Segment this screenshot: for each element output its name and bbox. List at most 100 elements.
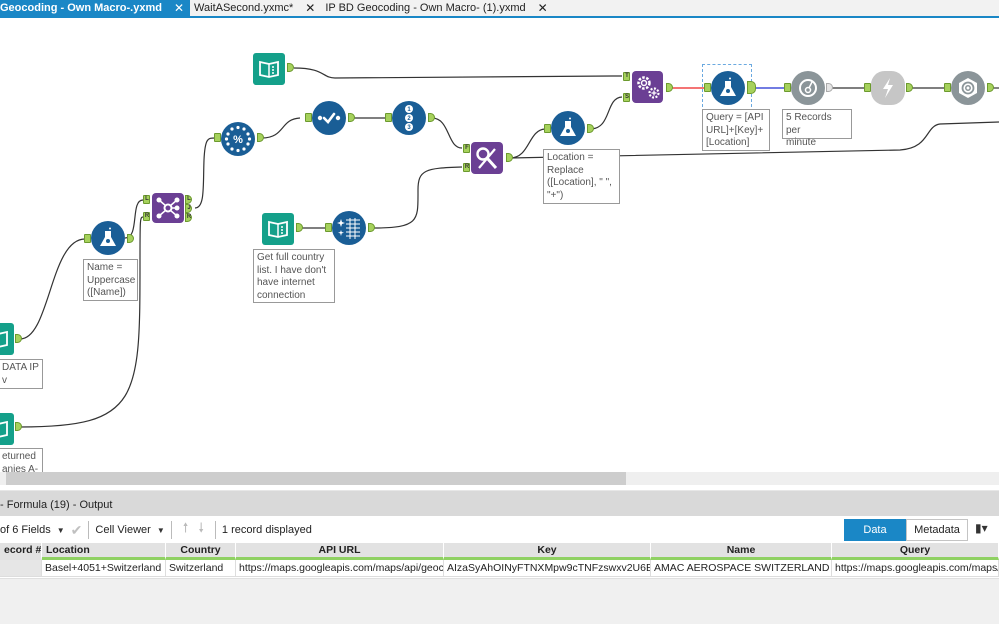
metadata-view-button[interactable]: Metadata: [906, 519, 968, 541]
input-data-tool[interactable]: [262, 213, 294, 245]
find-replace-tool[interactable]: [471, 142, 503, 174]
data-view-button[interactable]: Data: [844, 519, 906, 541]
numbered-list-icon: 123: [405, 105, 413, 131]
anchor-label: R: [464, 164, 470, 170]
annotation-input1: DATA IP v: [0, 359, 43, 389]
cell-record[interactable]: [0, 560, 42, 577]
arrow-up-icon[interactable]: 🠕: [183, 519, 189, 541]
input-anchor[interactable]: [214, 133, 221, 142]
anchor-label: F: [465, 145, 469, 151]
tab-label: Geocoding - Own Macro-.yxmd: [0, 2, 162, 14]
cell-viewer-dropdown[interactable]: Cell Viewer ▼: [95, 517, 164, 543]
anchor-label: T: [625, 73, 629, 79]
input-data-tool[interactable]: [253, 53, 285, 85]
gears-icon: [636, 76, 660, 99]
anchor-label: L: [187, 196, 191, 202]
fields-label: of 6 Fields: [0, 524, 51, 536]
close-icon[interactable]: ✕: [538, 1, 548, 15]
connection: [293, 67, 622, 79]
input-anchor[interactable]: [544, 124, 551, 133]
flask-icon: [720, 77, 736, 96]
column-header-api-url[interactable]: API URL: [236, 543, 444, 560]
connection: [19, 238, 86, 340]
input-anchor[interactable]: [305, 113, 312, 122]
cell-api-url[interactable]: https://maps.googleapis.com/maps/api/geo…: [236, 560, 444, 577]
json-parse-tool[interactable]: [951, 71, 985, 105]
copy-dropdown-button[interactable]: ▮▾: [975, 521, 999, 539]
book-icon: [0, 420, 8, 438]
checkmark-icon[interactable]: ✔: [71, 522, 83, 539]
chevron-down-icon: ▼: [56, 525, 65, 535]
formula-tool[interactable]: [551, 111, 585, 145]
flask-icon: [100, 227, 116, 246]
table-row[interactable]: Basel+4051+Switzerland Switzerland https…: [0, 560, 999, 577]
chevron-down-icon: ▼: [156, 525, 165, 535]
annotation-input2: eturned anies A-: [0, 448, 43, 472]
input-data-tool[interactable]: [0, 323, 14, 355]
book-icon: [0, 330, 8, 348]
magnifier-icon: [476, 147, 498, 170]
input-anchor[interactable]: [784, 83, 791, 92]
input-anchor[interactable]: [325, 223, 332, 232]
column-header-name[interactable]: Name: [651, 543, 832, 560]
annotation-name-uppercase: Name = Uppercase ([Name]): [83, 259, 138, 301]
arrow-down-icon[interactable]: 🠗: [198, 519, 204, 541]
document-tab-bar: Geocoding - Own Macro-.yxmd ✕ WaitASecon…: [0, 0, 999, 18]
results-window-title: - Formula (19) - Output: [0, 490, 999, 516]
cell-location[interactable]: Basel+4051+Switzerland: [42, 560, 166, 577]
cell-query[interactable]: https://maps.googleapis.com/maps/ap: [832, 560, 999, 577]
column-header-key[interactable]: Key: [444, 543, 651, 560]
sample-tool[interactable]: %: [221, 122, 255, 156]
input-anchor[interactable]: [84, 234, 91, 243]
input-data-tool[interactable]: [0, 413, 14, 445]
download-tool[interactable]: [871, 71, 905, 105]
join-tool[interactable]: [152, 193, 184, 223]
tab-wait-a-second[interactable]: WaitASecond.yxmc* ✕: [190, 0, 321, 16]
record-id-tool[interactable]: 123: [392, 101, 426, 135]
records-displayed: 1 record displayed: [221, 524, 312, 536]
input-anchor[interactable]: [704, 83, 711, 92]
cell-country[interactable]: Switzerland: [166, 560, 236, 577]
input-anchor[interactable]: [385, 113, 392, 122]
column-header-country[interactable]: Country: [166, 543, 236, 560]
join-icon: [156, 197, 180, 219]
annotation-location-replace: Location = Replace ([Location], " ", "+"…: [543, 149, 620, 204]
cell-key[interactable]: AIzaSyAhOINyFTNXMpw9cTNFzswxv2U6BJhoL...: [444, 560, 651, 577]
fields-selector[interactable]: of 6 Fields ▼ ✔: [0, 517, 82, 543]
formula-tool[interactable]: [91, 221, 125, 255]
throttle-tool[interactable]: [791, 71, 825, 105]
tab-label: WaitASecond.yxmc*: [194, 2, 294, 14]
append-fields-tool[interactable]: [632, 71, 663, 103]
column-header-query[interactable]: Query: [832, 543, 999, 560]
connection: [431, 117, 463, 149]
copy-icon: ▮▾: [975, 521, 988, 535]
anchor-label: R: [144, 213, 150, 219]
input-anchor[interactable]: [944, 83, 951, 92]
output-anchor[interactable]: [747, 81, 756, 94]
anchor-label: S: [624, 94, 629, 100]
svg-text:%: %: [233, 134, 243, 146]
column-header-location[interactable]: Location: [42, 543, 166, 560]
cell-viewer-label: Cell Viewer: [95, 524, 151, 536]
grid-header-row: ecord # Location Country API URL Key Nam…: [0, 543, 999, 560]
canvas-horizontal-scrollbar[interactable]: [0, 472, 999, 485]
formula-tool-selected[interactable]: [711, 71, 745, 105]
input-anchor[interactable]: [864, 83, 871, 92]
close-icon[interactable]: ✕: [174, 1, 184, 15]
cell-name[interactable]: AMAC AEROSPACE SWITZERLAND AG: [651, 560, 832, 577]
json-parse-icon: [959, 78, 977, 98]
workflow-canvas[interactable]: DATA IP v eturned anies A- Name = Upperc…: [0, 20, 999, 472]
annotation-query: Query = [API URL]+[Key]+ [Location]: [702, 109, 770, 151]
tab-ip-bd-geocoding[interactable]: IP BD Geocoding - Own Macro- (1).yxmd ✕: [321, 0, 553, 16]
toolbar-divider: [170, 521, 172, 539]
connection: [509, 128, 546, 159]
close-icon[interactable]: ✕: [305, 1, 315, 15]
book-icon: [268, 220, 288, 238]
connection: [589, 96, 623, 130]
select-tool[interactable]: [312, 101, 346, 135]
data-cleansing-tool[interactable]: [332, 211, 366, 245]
tab-geocoding-own-macro[interactable]: Geocoding - Own Macro-.yxmd ✕: [0, 0, 191, 16]
annotation-country-list: Get full country list. I have don't have…: [253, 249, 335, 303]
column-header-record[interactable]: ecord #: [0, 543, 42, 560]
scrollbar-thumb[interactable]: [6, 472, 626, 485]
